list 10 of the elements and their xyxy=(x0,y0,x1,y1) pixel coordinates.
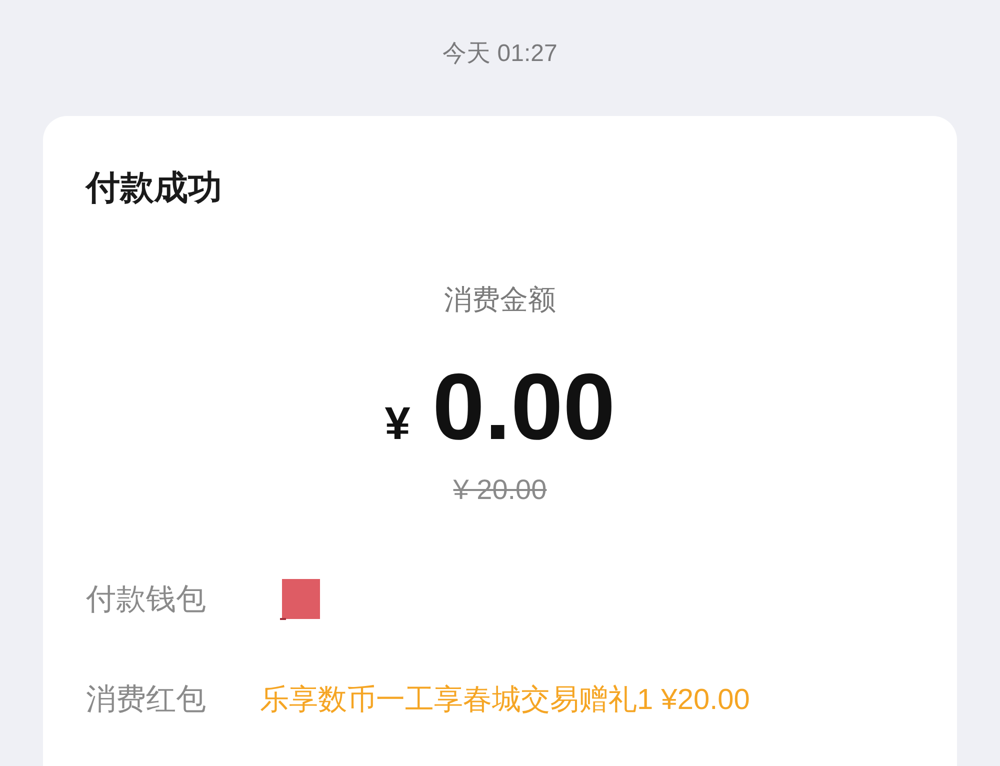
redacted-square-icon xyxy=(280,579,320,621)
currency-symbol: ¥ xyxy=(384,396,410,451)
row-label: 付款钱包 xyxy=(86,582,207,618)
row-label: 消费红包 xyxy=(86,682,207,718)
row-value: 乐享数币一工享春城交易赠礼1 ¥20.00 xyxy=(260,683,750,718)
original-amount: ¥ 20.00 xyxy=(453,473,547,507)
amount-value: 0.00 xyxy=(432,353,616,461)
card-title: 付款成功 xyxy=(86,168,222,209)
amount-label: 消费金额 xyxy=(444,283,556,317)
timestamp: 今天 01:27 xyxy=(442,39,558,69)
